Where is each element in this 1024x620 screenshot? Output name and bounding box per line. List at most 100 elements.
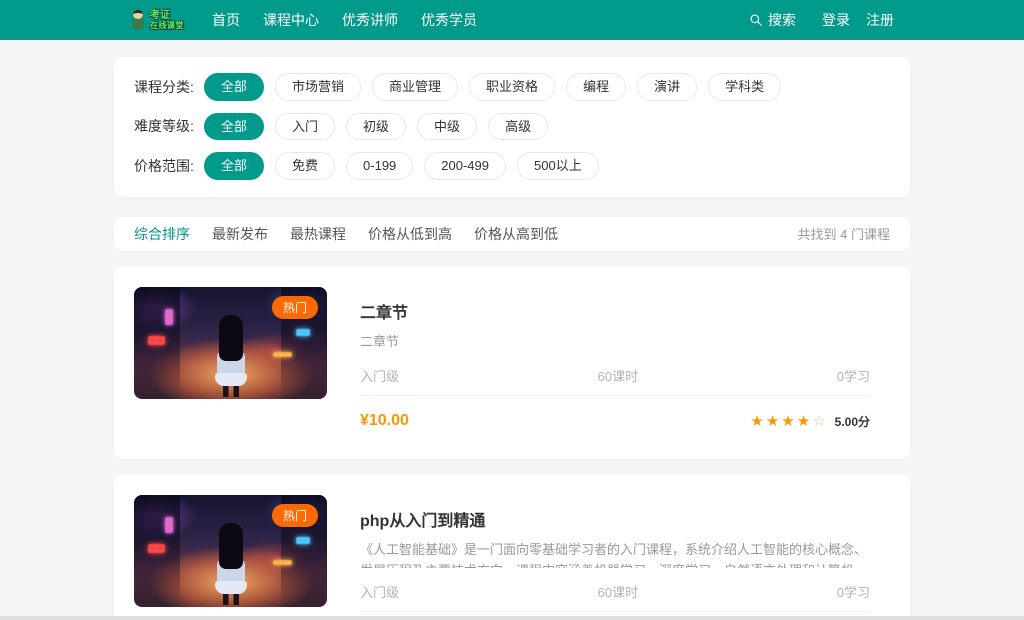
result-count: 共找到 4 门课程 bbox=[798, 224, 890, 243]
mascot-body bbox=[132, 19, 144, 29]
neon-sign bbox=[296, 329, 310, 336]
filter-options-category: 全部 市场营销 商业管理 职业资格 编程 演讲 学科类 bbox=[204, 73, 781, 101]
course-content: php从入门到精通 《人工智能基础》是一门面向零基础学习者的入门课程，系统介绍人… bbox=[360, 495, 890, 620]
login-link[interactable]: 登录 bbox=[822, 10, 850, 30]
filter-options-price: 全部 免费 0-199 200-499 500以上 bbox=[204, 152, 599, 180]
logo-text: 考证 在线课堂 bbox=[150, 11, 184, 30]
hot-badge: 热门 bbox=[272, 296, 318, 319]
filter-option-marketing[interactable]: 市场营销 bbox=[275, 73, 361, 101]
sort-price-asc[interactable]: 价格从低到高 bbox=[368, 224, 452, 244]
course-students: 0学习 bbox=[837, 582, 870, 601]
filter-option-academic[interactable]: 学科类 bbox=[708, 73, 781, 101]
course-card[interactable]: 热门 php从入门到精通 《人工智能基础》是一门面向零基础学习者的入门课程，系统… bbox=[114, 474, 910, 620]
course-image: 热门 bbox=[134, 495, 327, 607]
mascot-icon bbox=[130, 9, 146, 31]
star-icon: ★ bbox=[797, 414, 810, 429]
filter-option-speech[interactable]: 演讲 bbox=[637, 73, 697, 101]
girl-silhouette-skirt bbox=[215, 581, 247, 594]
filter-option-price-200-499[interactable]: 200-499 bbox=[424, 152, 506, 180]
nav-item-home[interactable]: 首页 bbox=[212, 10, 240, 30]
search-label: 搜索 bbox=[768, 10, 796, 30]
star-icon: ★ bbox=[781, 414, 794, 429]
course-meta: 入门级 60课时 0学习 bbox=[360, 582, 870, 601]
sort-price-desc[interactable]: 价格从高到低 bbox=[474, 224, 558, 244]
filter-option-price-0-199[interactable]: 0-199 bbox=[346, 152, 413, 180]
mascot-head bbox=[133, 10, 143, 19]
filter-options-level: 全部 入门 初级 中级 高级 bbox=[204, 113, 548, 141]
logo-line1: 考证 bbox=[150, 11, 184, 21]
course-description: 二章节 bbox=[360, 331, 870, 352]
sort-newest[interactable]: 最新发布 bbox=[212, 224, 268, 244]
star-icon: ★ bbox=[766, 414, 779, 429]
filter-option-business[interactable]: 商业管理 bbox=[372, 73, 458, 101]
search-icon bbox=[749, 13, 763, 27]
course-lessons: 60课时 bbox=[399, 366, 837, 385]
sort-hottest[interactable]: 最热课程 bbox=[290, 224, 346, 244]
course-level: 入门级 bbox=[360, 366, 399, 385]
search-button[interactable]: 搜索 bbox=[749, 10, 796, 30]
girl-silhouette-hair bbox=[219, 523, 243, 569]
nav-item-teachers[interactable]: 优秀讲师 bbox=[342, 10, 398, 30]
nav-item-courses[interactable]: 课程中心 bbox=[263, 10, 319, 30]
sort-options: 综合排序 最新发布 最热课程 价格从低到高 价格从高到低 bbox=[134, 224, 558, 244]
card-divider bbox=[360, 611, 870, 612]
neon-sign bbox=[148, 544, 165, 553]
course-card[interactable]: 热门 二章节 二章节 入门级 60课时 0学习 ¥10.00 ★ ★ ★ ★ ☆… bbox=[114, 266, 910, 459]
neon-sign bbox=[273, 560, 292, 566]
star-icon: ★ bbox=[750, 414, 763, 429]
neon-sign bbox=[165, 517, 173, 533]
sort-bar: 综合排序 最新发布 最热课程 价格从低到高 价格从高到低 共找到 4 门课程 bbox=[114, 217, 910, 251]
girl-silhouette-hair bbox=[219, 315, 243, 361]
filter-option-level-elementary[interactable]: 初级 bbox=[346, 113, 406, 141]
filter-label-level: 难度等级: bbox=[134, 116, 204, 136]
filter-row-price: 价格范围: 全部 免费 0-199 200-499 500以上 bbox=[134, 152, 890, 180]
filter-option-level-all[interactable]: 全部 bbox=[204, 113, 264, 141]
main-container: 课程分类: 全部 市场营销 商业管理 职业资格 编程 演讲 学科类 难度等级: … bbox=[114, 57, 910, 620]
course-image: 热门 bbox=[134, 287, 327, 399]
course-level: 入门级 bbox=[360, 582, 399, 601]
register-link[interactable]: 注册 bbox=[866, 10, 894, 30]
course-rating: ★ ★ ★ ★ ☆ 5.00分 bbox=[750, 413, 870, 430]
course-lessons: 60课时 bbox=[399, 582, 837, 601]
star-empty-icon: ☆ bbox=[812, 414, 825, 429]
nav-item-students[interactable]: 优秀学员 bbox=[421, 10, 477, 30]
neon-sign bbox=[273, 352, 292, 358]
neon-sign bbox=[165, 309, 173, 325]
hot-badge: 热门 bbox=[272, 504, 318, 527]
course-students: 0学习 bbox=[837, 366, 870, 385]
neon-sign bbox=[148, 336, 165, 345]
course-meta: 入门级 60课时 0学习 bbox=[360, 366, 870, 385]
course-title[interactable]: php从入门到精通 bbox=[360, 507, 870, 531]
filter-option-level-beginner[interactable]: 入门 bbox=[275, 113, 335, 141]
header-right: 搜索 登录 注册 bbox=[749, 10, 894, 30]
girl-silhouette-legs bbox=[223, 385, 239, 397]
filter-panel: 课程分类: 全部 市场营销 商业管理 职业资格 编程 演讲 学科类 难度等级: … bbox=[114, 57, 910, 197]
filter-option-programming[interactable]: 编程 bbox=[566, 73, 626, 101]
filter-option-certification[interactable]: 职业资格 bbox=[469, 73, 555, 101]
filter-label-price: 价格范围: bbox=[134, 156, 204, 176]
filter-label-category: 课程分类: bbox=[134, 77, 204, 97]
filter-option-price-500plus[interactable]: 500以上 bbox=[517, 152, 599, 180]
main-nav: 首页 课程中心 优秀讲师 优秀学员 bbox=[212, 10, 500, 30]
filter-option-level-intermediate[interactable]: 中级 bbox=[417, 113, 477, 141]
course-price: ¥10.00 bbox=[360, 412, 409, 430]
header: 考证 在线课堂 首页 课程中心 优秀讲师 优秀学员 搜索 登录 注册 bbox=[0, 0, 1024, 40]
filter-row-category: 课程分类: 全部 市场营销 商业管理 职业资格 编程 演讲 学科类 bbox=[134, 73, 890, 101]
girl-silhouette-skirt bbox=[215, 373, 247, 386]
price-row: ¥10.00 ★ ★ ★ ★ ☆ 5.00分 bbox=[360, 412, 870, 430]
course-description: 《人工智能基础》是一门面向零基础学习者的入门课程，系统介绍人工智能的核心概念、发… bbox=[360, 539, 870, 568]
filter-option-price-free[interactable]: 免费 bbox=[275, 152, 335, 180]
footer-strip bbox=[0, 616, 1024, 620]
filter-row-level: 难度等级: 全部 入门 初级 中级 高级 bbox=[134, 113, 890, 141]
course-title[interactable]: 二章节 bbox=[360, 299, 870, 323]
filter-option-all[interactable]: 全部 bbox=[204, 73, 264, 101]
logo[interactable]: 考证 在线课堂 bbox=[130, 9, 192, 31]
rating-score: 5.00分 bbox=[835, 413, 870, 430]
card-divider bbox=[360, 395, 870, 396]
course-content: 二章节 二章节 入门级 60课时 0学习 ¥10.00 ★ ★ ★ ★ ☆ 5.… bbox=[360, 287, 890, 438]
sort-comprehensive[interactable]: 综合排序 bbox=[134, 224, 190, 244]
filter-option-level-advanced[interactable]: 高级 bbox=[488, 113, 548, 141]
neon-sign bbox=[296, 537, 310, 544]
filter-option-price-all[interactable]: 全部 bbox=[204, 152, 264, 180]
logo-line2: 在线课堂 bbox=[150, 22, 184, 30]
